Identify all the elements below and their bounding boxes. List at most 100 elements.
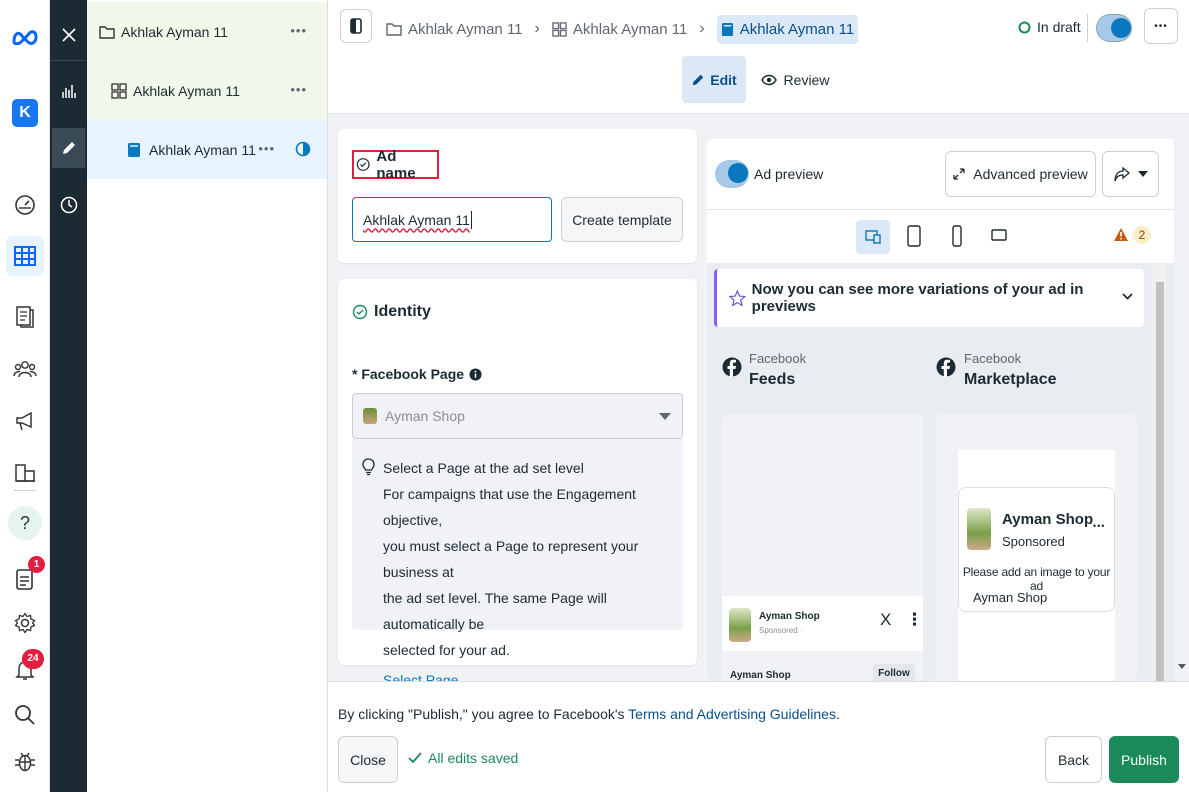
feeds-sponsored: Sponsored ·: [759, 626, 803, 635]
share-menu-button[interactable]: [1102, 151, 1159, 197]
facebook-page-label: * Facebook Page: [352, 366, 465, 382]
breadcrumb-campaign[interactable]: Akhlak Ayman 11: [408, 21, 523, 38]
edit-pencil-icon[interactable]: [52, 128, 85, 168]
main-scrollbar[interactable]: [1174, 114, 1189, 681]
half-circle-status-icon: [295, 141, 311, 157]
info-icon[interactable]: [469, 367, 482, 381]
folder-icon: [99, 25, 115, 39]
share-icon: [1113, 166, 1130, 182]
check-circle-icon: [352, 304, 368, 320]
pages-icon[interactable]: [10, 302, 40, 332]
panel-toggle-icon[interactable]: [340, 9, 372, 43]
ad-document-icon: [721, 22, 733, 36]
terms-link[interactable]: Terms and Advertising Guidelines: [628, 706, 836, 722]
ad-name-value: Akhlak Ayman 11: [363, 211, 470, 228]
page-info-line: you must select a Page to represent your…: [383, 538, 639, 580]
publish-button[interactable]: Publish: [1109, 736, 1179, 783]
page-avatar: [729, 608, 751, 642]
grid-table-icon[interactable]: [6, 236, 44, 276]
close-button[interactable]: Close: [338, 736, 398, 783]
breadcrumb: Akhlak Ayman 11 › Akhlak Ayman 11 › Akhl…: [386, 12, 859, 46]
tablet-icon[interactable]: [907, 225, 921, 247]
editor-main: Ad name Akhlak Ayman 11 Create template …: [328, 114, 1189, 681]
page-info-line: the ad set level. The same Page will aut…: [383, 590, 607, 632]
dashboard-icon[interactable]: [10, 190, 40, 220]
all-devices-icon[interactable]: [856, 220, 890, 254]
tree-ad-more-button[interactable]: •••: [258, 141, 275, 156]
desktop-icon[interactable]: [991, 229, 1007, 241]
variations-banner[interactable]: Now you can see more variations of your …: [714, 269, 1144, 327]
alerts-badge: 24: [22, 649, 44, 669]
tree-item-adset[interactable]: Akhlak Ayman 11 •••: [87, 61, 327, 120]
ad-name-header: Ad name: [352, 148, 439, 182]
feeds-more-icon[interactable]: ⋮: [906, 610, 923, 630]
marketplace-preview-frame[interactable]: Ayman Shop Sponsored ••• Please add an i…: [936, 414, 1137, 681]
feeds-preview-frame[interactable]: Ayman Shop Sponsored · X ⋮ Ayman Shop Fo…: [722, 414, 923, 681]
save-status-label: All edits saved: [428, 750, 519, 766]
adset-grid-icon: [552, 21, 567, 37]
check-circle-icon: [356, 158, 370, 171]
feeds-close-button[interactable]: X: [880, 610, 891, 630]
audience-icon[interactable]: [10, 354, 40, 384]
tab-review[interactable]: Review: [760, 56, 830, 103]
mobile-icon[interactable]: [952, 225, 962, 247]
variations-banner-text: Now you can see more variations of your …: [751, 281, 1084, 315]
on-off-toggle[interactable]: [1096, 14, 1132, 42]
megaphone-icon[interactable]: [10, 406, 40, 436]
close-editor-icon[interactable]: [54, 20, 83, 50]
page-avatar: [967, 508, 991, 550]
notifications-icon[interactable]: 1: [10, 556, 45, 594]
warning-count-badge: 2: [1133, 226, 1151, 244]
preview-scrollbar[interactable]: [1152, 264, 1166, 681]
history-clock-icon[interactable]: [54, 190, 83, 220]
editor-header: Akhlak Ayman 11 › Akhlak Ayman 11 › Akhl…: [328, 0, 1189, 114]
tree-adset-more-button[interactable]: •••: [290, 82, 307, 97]
rail-divider: [14, 490, 36, 491]
preview-divider: [707, 209, 1180, 210]
ad-preview-toggle[interactable]: [715, 160, 749, 188]
adset-grid-icon: [111, 82, 127, 99]
back-button[interactable]: Back: [1045, 736, 1102, 783]
advanced-preview-button[interactable]: Advanced preview: [945, 151, 1096, 197]
tab-edit[interactable]: Edit: [682, 56, 746, 103]
ad-name-card: Ad name Akhlak Ayman 11 Create template: [338, 129, 697, 263]
select-page-link[interactable]: Select Page: [383, 667, 679, 681]
draft-status: In draft: [1018, 19, 1081, 35]
scrollbar-thumb[interactable]: [1156, 282, 1164, 681]
feeds-ad-card: Ayman Shop Sponsored · X ⋮ Ayman Shop Fo…: [722, 596, 923, 681]
breadcrumb-ad-current[interactable]: Akhlak Ayman 11: [716, 14, 859, 44]
facebook-icon: [936, 357, 956, 377]
breadcrumb-adset[interactable]: Akhlak Ayman 11: [573, 21, 688, 38]
reporting-chart-icon[interactable]: [54, 76, 83, 106]
tree-item-campaign[interactable]: Akhlak Ayman 11 •••: [87, 2, 327, 61]
feeds-cta-bar: Ayman Shop Follow: [722, 651, 923, 681]
bug-icon[interactable]: [10, 746, 40, 776]
warning-icon[interactable]: [1113, 227, 1129, 242]
scroll-down-arrow-icon[interactable]: [1178, 664, 1186, 670]
tree-campaign-more-button[interactable]: •••: [290, 23, 307, 38]
catalog-icon[interactable]: [10, 458, 40, 488]
search-icon[interactable]: [10, 700, 40, 730]
create-template-button[interactable]: Create template: [561, 197, 683, 242]
meta-logo-icon[interactable]: [10, 22, 40, 52]
help-icon[interactable]: ?: [8, 506, 42, 540]
placement-name: Marketplace: [964, 371, 1057, 388]
placement-platform: Facebook: [964, 351, 1022, 366]
toolbar-divider: [50, 60, 87, 61]
feeds-follow-button[interactable]: Follow: [873, 664, 915, 681]
facebook-page-select[interactable]: Ayman Shop: [352, 393, 683, 439]
account-avatar-icon[interactable]: K: [10, 98, 40, 128]
alerts-bell-icon[interactable]: 24: [10, 649, 44, 685]
identity-title: Identity: [374, 303, 431, 320]
tree-campaign-label: Akhlak Ayman 11: [121, 23, 228, 40]
folder-icon: [386, 23, 402, 36]
marketplace-more-icon[interactable]: •••: [1093, 521, 1105, 531]
header-more-button[interactable]: •••: [1144, 8, 1178, 44]
lightbulb-icon: [362, 458, 375, 476]
settings-icon[interactable]: [10, 608, 40, 638]
left-nav-rail: K ? 1 24: [0, 0, 50, 792]
page-info-text: Select a Page at the ad set level For ca…: [383, 455, 679, 681]
tree-item-ad[interactable]: Akhlak Ayman 11 •••: [87, 120, 327, 179]
page-avatar: [363, 408, 377, 424]
ad-name-input[interactable]: Akhlak Ayman 11: [352, 197, 552, 242]
